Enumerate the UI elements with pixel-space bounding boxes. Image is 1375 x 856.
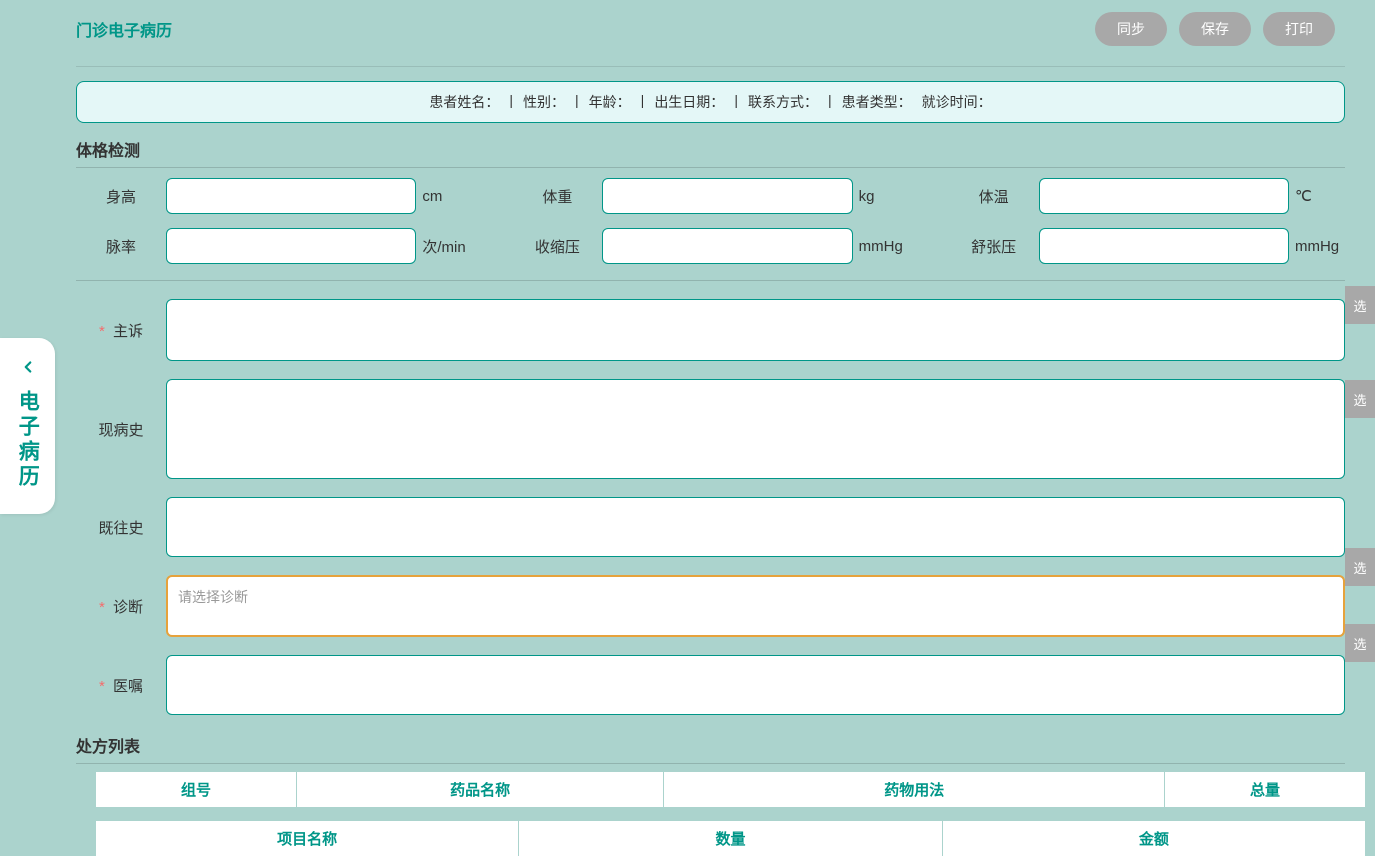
- systolic-unit: mmHg: [859, 238, 909, 255]
- col-header-amount: 金额: [943, 821, 1365, 856]
- chief-complaint-input[interactable]: [166, 299, 1345, 361]
- header-divider: [76, 66, 1345, 67]
- col-header-usage: 药物用法: [664, 772, 1165, 807]
- diagnosis-input[interactable]: [166, 575, 1345, 637]
- select-diagnosis-button[interactable]: 选: [1345, 548, 1375, 586]
- prescription-section-title: 处方列表: [76, 733, 1345, 757]
- pulse-field: 脉率 次/min: [76, 228, 472, 264]
- col-header-item: 项目名称: [96, 821, 519, 856]
- vitals-section: 身高 cm 体重 kg 体温 ℃ 脉率: [76, 168, 1345, 281]
- height-field: 身高 cm: [76, 178, 472, 214]
- header-actions: 同步 保存 打印: [1095, 12, 1335, 46]
- chevron-left-icon: [8, 356, 47, 382]
- chief-complaint-row: * 主诉: [76, 299, 1345, 361]
- patient-age-label: 年龄：: [589, 92, 631, 112]
- temp-input[interactable]: [1039, 178, 1289, 214]
- col-header-qty: 数量: [519, 821, 942, 856]
- select-present-illness-button[interactable]: 选: [1345, 380, 1375, 418]
- separator: |: [575, 92, 579, 112]
- height-unit: cm: [422, 188, 472, 205]
- items-table: 项目名称 数量 金额: [96, 821, 1365, 856]
- diagnosis-row: * 诊断: [76, 575, 1345, 637]
- col-header-group: 组号: [96, 772, 297, 807]
- diastolic-label: 舒张压: [949, 236, 1039, 257]
- separator: |: [828, 92, 832, 112]
- required-star: *: [99, 323, 105, 340]
- sync-button[interactable]: 同步: [1095, 12, 1167, 46]
- weight-unit: kg: [859, 188, 909, 205]
- diagnosis-label: * 诊断: [76, 596, 166, 617]
- patient-birth-label: 出生日期：: [654, 92, 724, 112]
- chief-complaint-label: * 主诉: [76, 320, 166, 341]
- page-title: 门诊电子病历: [76, 17, 172, 41]
- systolic-field: 收缩压 mmHg: [512, 228, 908, 264]
- required-star: *: [99, 599, 105, 616]
- separator: |: [641, 92, 645, 112]
- col-header-total: 总量: [1165, 772, 1365, 807]
- visit-time-label: 就诊时间：: [922, 92, 992, 112]
- height-label: 身高: [76, 186, 166, 207]
- pulse-input[interactable]: [166, 228, 416, 264]
- pulse-label: 脉率: [76, 236, 166, 257]
- pulse-unit: 次/min: [422, 236, 472, 257]
- temp-field: 体温 ℃: [949, 178, 1345, 214]
- select-advice-button[interactable]: 选: [1345, 624, 1375, 662]
- required-star: *: [99, 678, 105, 695]
- systolic-input[interactable]: [602, 228, 852, 264]
- weight-field: 体重 kg: [512, 178, 908, 214]
- patient-info-bar: 患者姓名： | 性别： | 年龄： | 出生日期： | 联系方式： | 患者类型…: [76, 81, 1345, 123]
- present-illness-input[interactable]: [166, 379, 1345, 479]
- present-illness-label: 现病史: [76, 419, 166, 440]
- past-history-label: 既往史: [76, 517, 166, 538]
- save-button[interactable]: 保存: [1179, 12, 1251, 46]
- diastolic-input[interactable]: [1039, 228, 1289, 264]
- past-history-input[interactable]: [166, 497, 1345, 557]
- systolic-label: 收缩压: [512, 236, 602, 257]
- patient-gender-label: 性别：: [523, 92, 565, 112]
- separator: |: [509, 92, 513, 112]
- weight-input[interactable]: [602, 178, 852, 214]
- side-tab[interactable]: 电子病历: [0, 338, 55, 514]
- weight-label: 体重: [512, 186, 602, 207]
- temp-label: 体温: [949, 186, 1039, 207]
- side-tab-label: 电子病历: [12, 390, 44, 490]
- patient-contact-label: 联系方式：: [748, 92, 818, 112]
- advice-label: * 医嘱: [76, 675, 166, 696]
- select-chief-complaint-button[interactable]: 选: [1345, 286, 1375, 324]
- diastolic-unit: mmHg: [1295, 238, 1345, 255]
- print-button[interactable]: 打印: [1263, 12, 1335, 46]
- vitals-section-title: 体格检测: [76, 137, 1345, 161]
- separator: |: [734, 92, 738, 112]
- page-header: 门诊电子病历 同步 保存 打印: [0, 0, 1375, 66]
- diastolic-field: 舒张压 mmHg: [949, 228, 1345, 264]
- col-header-drug: 药品名称: [297, 772, 664, 807]
- text-fields-section: * 主诉 现病史 既往史 * 诊断 * 医嘱: [76, 281, 1345, 715]
- past-history-row: 既往史: [76, 497, 1345, 557]
- prescription-table: 组号 药品名称 药物用法 总量: [96, 772, 1365, 807]
- tables-section: 组号 药品名称 药物用法 总量 项目名称 数量 金额: [76, 772, 1345, 856]
- patient-type-label: 患者类型：: [842, 92, 912, 112]
- advice-input[interactable]: [166, 655, 1345, 715]
- divider: [76, 763, 1345, 764]
- main-content: 患者姓名： | 性别： | 年龄： | 出生日期： | 联系方式： | 患者类型…: [0, 81, 1375, 856]
- present-illness-row: 现病史: [76, 379, 1345, 479]
- patient-name-label: 患者姓名：: [429, 92, 499, 112]
- height-input[interactable]: [166, 178, 416, 214]
- temp-unit: ℃: [1295, 187, 1345, 205]
- advice-row: * 医嘱: [76, 655, 1345, 715]
